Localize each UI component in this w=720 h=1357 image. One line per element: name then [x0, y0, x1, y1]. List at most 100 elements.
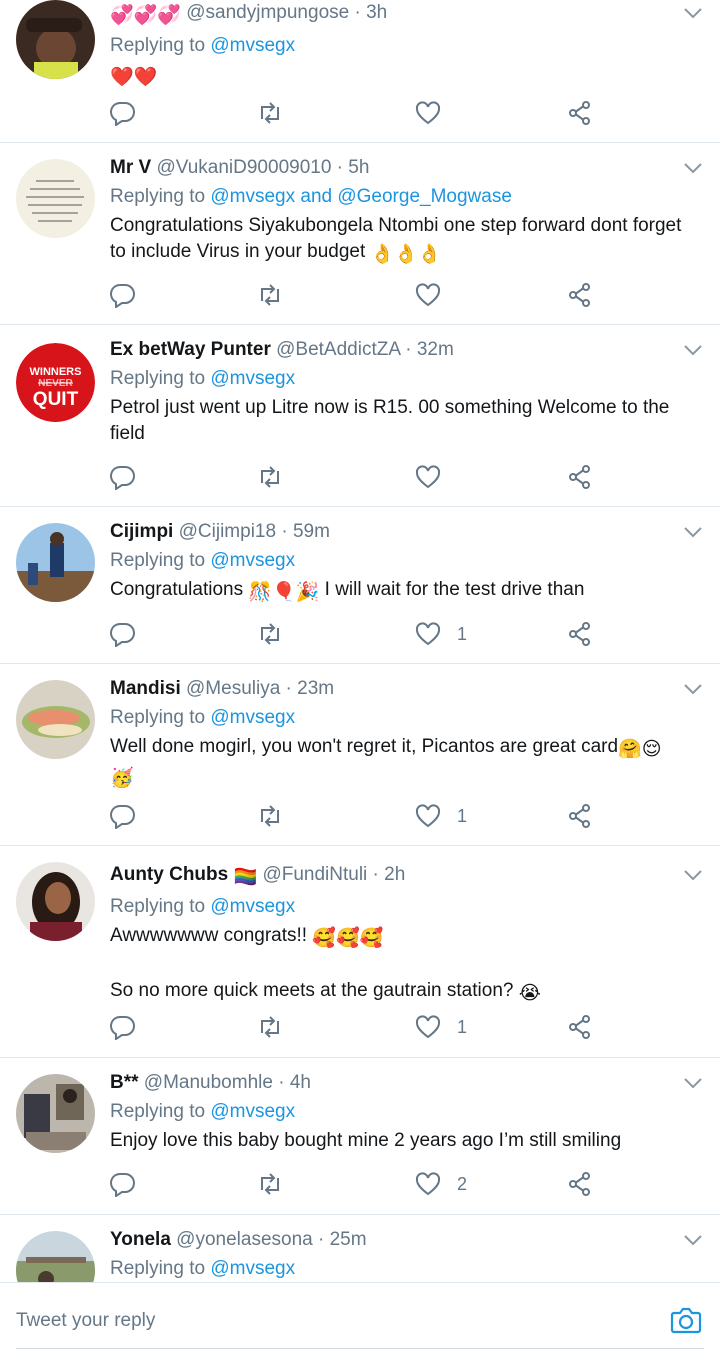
share-button[interactable] [567, 1012, 593, 1042]
mention-link[interactable]: @mvsegx and @George_Mogwase [210, 186, 512, 207]
mention-link[interactable]: @mvsegx [210, 896, 295, 917]
timestamp[interactable]: 32m [417, 339, 454, 360]
tweet[interactable]: Mandisi @Mesuliya · 23m Replying to @mvs… [0, 664, 720, 846]
reply-button[interactable] [110, 1012, 136, 1042]
tweet[interactable]: Aunty Chubs 🏳️‍🌈 @FundiNtuli · 2h Replyi… [0, 846, 720, 1058]
display-name[interactable]: Mandisi [110, 678, 181, 699]
user-handle[interactable]: @yonelasesona [176, 1229, 313, 1250]
avatar[interactable] [16, 862, 95, 941]
retweet-button[interactable] [257, 462, 283, 492]
reply-button[interactable] [110, 619, 136, 649]
mention-link[interactable]: @mvsegx [210, 35, 295, 56]
user-handle[interactable]: @BetAddictZA [276, 339, 400, 360]
share-button[interactable] [567, 98, 593, 128]
timestamp[interactable]: 5h [348, 157, 369, 178]
user-handle[interactable]: @Manubomhle [144, 1072, 273, 1093]
chevron-down-icon[interactable] [682, 864, 704, 886]
tweet[interactable]: Yonela @yonelasesona · 25m Replying to @… [0, 1215, 720, 1282]
tweet-text-line2: So no more quick meets at the gautrain s… [110, 980, 514, 1001]
timestamp[interactable]: 23m [297, 678, 334, 699]
share-button[interactable] [567, 619, 593, 649]
retweet-button[interactable] [257, 619, 283, 649]
like-button[interactable] [415, 280, 457, 310]
like-button[interactable]: 1 [415, 1012, 467, 1042]
chevron-down-icon[interactable] [682, 521, 704, 543]
user-handle[interactable]: @VukaniD90009010 [156, 157, 331, 178]
retweet-button[interactable] [257, 1169, 283, 1199]
chevron-down-icon[interactable] [682, 1229, 704, 1251]
like-count: 2 [457, 1173, 468, 1194]
reply-icon [110, 101, 135, 126]
chevron-down-icon[interactable] [682, 1072, 704, 1094]
reply-composer: Tweet your reply [0, 1282, 720, 1357]
avatar[interactable] [16, 1231, 95, 1282]
user-handle[interactable]: @Mesuliya [186, 678, 280, 699]
tweet-text: Awwwwwww congrats!! [110, 925, 308, 946]
camera-icon[interactable] [670, 1305, 702, 1335]
avatar[interactable] [16, 523, 95, 602]
reply-button[interactable] [110, 98, 136, 128]
reply-button[interactable] [110, 801, 136, 831]
chevron-down-icon[interactable] [682, 339, 704, 361]
retweet-button[interactable] [257, 1012, 283, 1042]
avatar[interactable] [16, 680, 95, 759]
tweet[interactable]: Cijimpi @Cijimpi18 · 59m Replying to @mv… [0, 507, 720, 664]
chevron-down-icon[interactable] [682, 678, 704, 700]
reply-feed[interactable]: 💞💞💞 @sandyjmpungose · 3h Replying to @mv… [0, 0, 720, 1282]
chevron-down-icon[interactable] [682, 157, 704, 179]
reply-button[interactable] [110, 1169, 136, 1199]
share-button[interactable] [567, 280, 593, 310]
heart-icon [415, 465, 441, 489]
avatar[interactable] [16, 159, 95, 238]
separator-dot: · [367, 864, 385, 885]
reply-button[interactable] [110, 462, 136, 492]
share-button[interactable] [567, 462, 593, 492]
user-handle[interactable]: @sandyjmpungose [186, 2, 349, 23]
retweet-icon [261, 1173, 279, 1195]
tweet[interactable]: WINNERS NEVER QUIT Ex betWay Punter @BetAd… [0, 325, 720, 507]
tweet-emoji: ❤️❤️ [110, 67, 158, 88]
mention-link[interactable]: @mvsegx [210, 550, 295, 571]
like-button[interactable] [415, 462, 457, 492]
tweet[interactable]: 💞💞💞 @sandyjmpungose · 3h Replying to @mv… [0, 0, 720, 143]
tweet-emoji: 😭 [518, 983, 541, 1004]
display-name[interactable]: B** [110, 1072, 139, 1093]
retweet-button[interactable] [257, 280, 283, 310]
reply-button[interactable] [110, 280, 136, 310]
user-handle[interactable]: @Cijimpi18 [179, 521, 276, 542]
share-button[interactable] [567, 1169, 593, 1199]
heart-icon [415, 101, 441, 125]
replying-to-label: Replying to [110, 35, 206, 56]
retweet-button[interactable] [257, 98, 283, 128]
mention-link[interactable]: @mvsegx [210, 368, 295, 389]
user-handle[interactable]: @FundiNtuli [262, 864, 367, 885]
retweet-button[interactable] [257, 801, 283, 831]
separator-dot: · [399, 339, 417, 360]
timestamp[interactable]: 3h [366, 2, 387, 23]
display-name[interactable]: Aunty Chubs [110, 864, 228, 885]
like-button[interactable]: 1 [415, 619, 467, 649]
chevron-down-icon[interactable] [682, 2, 704, 24]
timestamp[interactable]: 59m [293, 521, 330, 542]
display-name[interactable]: Yonela [110, 1229, 171, 1250]
display-name[interactable]: Cijimpi [110, 521, 173, 542]
tweet[interactable]: Mr V @VukaniD90009010 · 5h Replying to @… [0, 143, 720, 325]
like-button[interactable] [415, 98, 457, 128]
mention-link[interactable]: @mvsegx [210, 1258, 295, 1279]
avatar[interactable]: WINNERS NEVER QUIT [16, 343, 95, 422]
mention-link[interactable]: @mvsegx [210, 707, 295, 728]
timestamp[interactable]: 25m [330, 1229, 367, 1250]
display-name[interactable]: Mr V [110, 157, 151, 178]
like-button[interactable]: 1 [415, 801, 467, 831]
display-name[interactable]: Ex betWay Punter [110, 339, 271, 360]
timestamp[interactable]: 4h [290, 1072, 311, 1093]
like-button[interactable]: 2 [415, 1169, 467, 1199]
tweet-text: Enjoy love this baby bought mine 2 years… [110, 1130, 622, 1151]
tweet[interactable]: B** @Manubomhle · 4h Replying to @mvsegx… [0, 1058, 720, 1215]
mention-link[interactable]: @mvsegx [210, 1101, 295, 1122]
share-button[interactable] [567, 801, 593, 831]
avatar[interactable] [16, 1074, 95, 1153]
avatar[interactable] [16, 0, 95, 79]
reply-input[interactable]: Tweet your reply [16, 1310, 155, 1332]
timestamp[interactable]: 2h [384, 864, 405, 885]
